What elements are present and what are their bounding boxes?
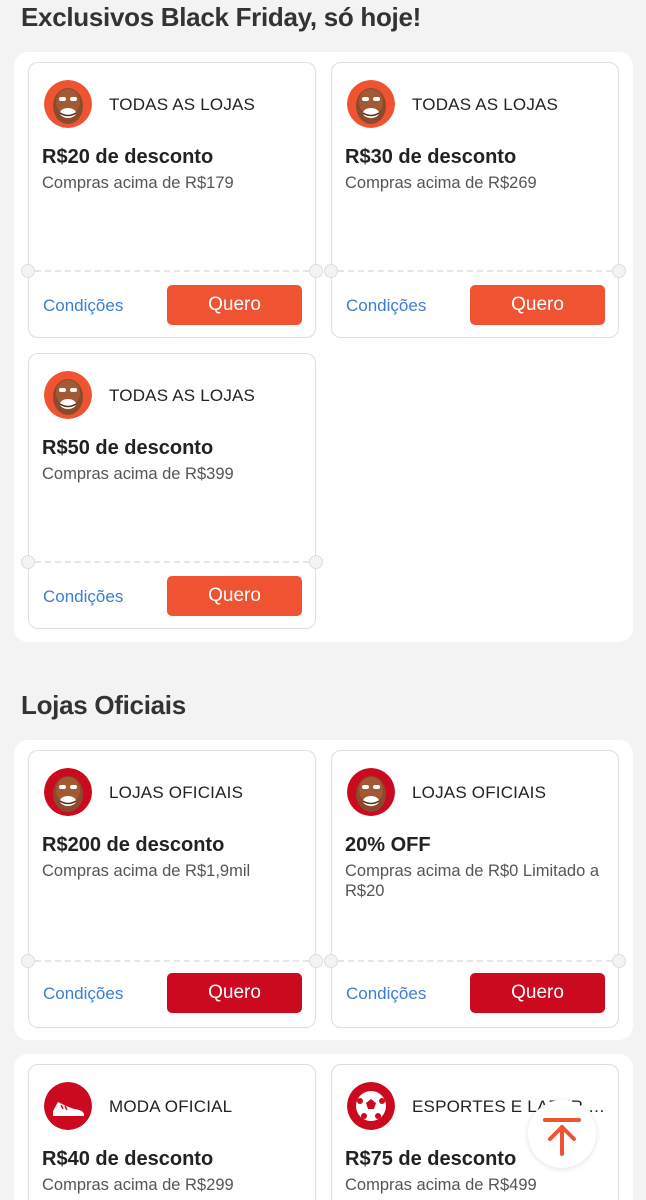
coupon-card: MODA OFICIAL R$40 de desconto Compras ac… (28, 1064, 316, 1200)
store-label: TODAS AS LOJAS (109, 95, 256, 114)
coupon-condition: Compras acima de R$1,9mil (42, 862, 251, 880)
divider (35, 270, 309, 272)
conditions-link[interactable]: Condições (43, 984, 123, 1004)
quero-button[interactable]: Quero (167, 285, 302, 325)
coupon-card: TODAS AS LOJAS R$20 de desconto Compras … (21, 62, 323, 338)
store-avatar-icon (44, 768, 92, 816)
store-avatar-icon (347, 768, 395, 816)
coupon-panel-black-friday: TODAS AS LOJAS R$20 de desconto Compras … (14, 52, 633, 642)
store-label: MODA OFICIAL (109, 1097, 233, 1116)
coupon-card: TODAS AS LOJAS R$50 de desconto Compras … (21, 353, 323, 629)
quero-button[interactable]: Quero (167, 576, 302, 616)
store-avatar-icon (44, 80, 92, 128)
coupon-condition: Compras acima de R$499 (345, 1176, 537, 1194)
divider (35, 561, 309, 563)
conditions-link[interactable]: Condições (43, 296, 123, 316)
coupon-condition: Compras acima de R$269 (345, 174, 537, 192)
divider (338, 960, 612, 962)
divider (338, 270, 612, 272)
ticket-notch (324, 264, 338, 278)
conditions-link[interactable]: Condições (346, 296, 426, 316)
conditions-link[interactable]: Condições (43, 587, 123, 607)
coupon-condition: Compras acima de R$399 (42, 465, 234, 483)
coupon-panel-lojas-oficiais: LOJAS OFICIAIS R$200 de desconto Compras… (14, 740, 633, 1040)
ticket-notch (612, 954, 626, 968)
coupon-card: LOJAS OFICIAIS 20% OFF Compras acima de … (324, 750, 626, 1028)
store-label: TODAS AS LOJAS (109, 386, 256, 405)
discount-amount: R$20 de desconto (42, 146, 214, 168)
scroll-to-top-button[interactable] (528, 1100, 596, 1168)
discount-amount: R$40 de desconto (42, 1148, 214, 1170)
store-label: TODAS AS LOJAS (412, 95, 559, 114)
store-avatar-icon (44, 371, 92, 419)
ticket-notch (309, 264, 323, 278)
ticket-notch (21, 264, 35, 278)
quero-button[interactable]: Quero (470, 285, 605, 325)
coupon-card: TODAS AS LOJAS R$30 de desconto Compras … (324, 62, 626, 338)
coupon-condition: Compras acima de R$179 (42, 174, 234, 192)
ticket-notch (309, 555, 323, 569)
section-title-black-friday: Exclusivos Black Friday, só hoje! (21, 2, 421, 32)
ticket-notch (21, 555, 35, 569)
ticket-notch (309, 954, 323, 968)
coupon-card: LOJAS OFICIAIS R$200 de desconto Compras… (21, 750, 323, 1028)
quero-button[interactable]: Quero (167, 973, 302, 1013)
discount-amount: R$75 de desconto (345, 1148, 517, 1170)
coupon-condition: Compras acima de R$0 Limitado a R$20 (345, 862, 600, 900)
store-label: LOJAS OFICIAIS (109, 783, 244, 802)
ticket-notch (612, 264, 626, 278)
discount-amount: R$30 de desconto (345, 146, 517, 168)
ticket-notch (324, 954, 338, 968)
sneaker-icon (44, 1082, 92, 1130)
section-title-lojas-oficiais: Lojas Oficiais (21, 690, 186, 720)
soccer-ball-icon (347, 1082, 395, 1130)
conditions-link[interactable]: Condições (346, 984, 426, 1004)
coupon-condition: Compras acima de R$299 (42, 1176, 234, 1194)
discount-amount: R$50 de desconto (42, 437, 214, 459)
divider (35, 960, 309, 962)
ticket-notch (21, 954, 35, 968)
store-label: LOJAS OFICIAIS (412, 783, 547, 802)
quero-button[interactable]: Quero (470, 973, 605, 1013)
scroll-to-top-icon (543, 1118, 581, 1156)
store-avatar-icon (347, 80, 395, 128)
discount-amount: 20% OFF (345, 834, 431, 856)
discount-amount: R$200 de desconto (42, 834, 225, 856)
